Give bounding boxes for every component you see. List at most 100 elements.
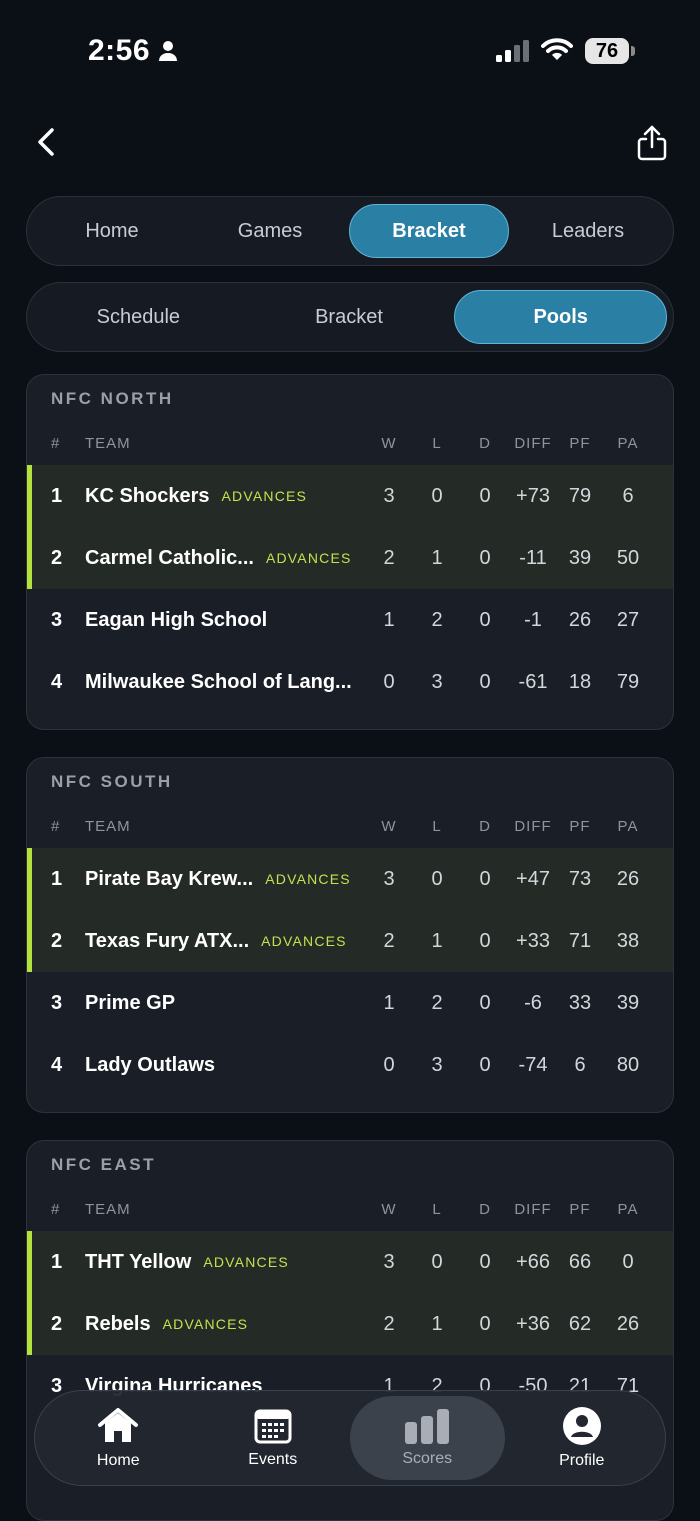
col-l: L (432, 817, 442, 835)
team-pa: 50 (616, 546, 640, 569)
team-pa: 80 (616, 1053, 640, 1076)
team-draws: 0 (479, 1312, 491, 1335)
table-row[interactable]: 4 Lady Outlaws 0 3 0 -74 6 80 (27, 1034, 673, 1096)
team-draws: 0 (479, 670, 491, 693)
team-rank: 1 (51, 867, 63, 890)
nav-scores[interactable]: Scores (350, 1396, 505, 1480)
team-name: Milwaukee School of Lang... (85, 670, 352, 693)
team-pf: 18 (568, 670, 592, 693)
team-losses: 3 (431, 670, 443, 693)
table-row[interactable]: 1 Pirate Bay Krew... ADVANCES 3 0 0 +47 7… (27, 848, 673, 910)
col-pf: PF (569, 434, 591, 452)
table-row[interactable]: 1 THT Yellow ADVANCES 3 0 0 +66 66 0 (27, 1231, 673, 1293)
team-rank: 2 (51, 1312, 63, 1335)
col-pa: PA (617, 434, 639, 452)
subtab-schedule[interactable]: Schedule (33, 290, 244, 344)
team-name: Lady Outlaws (85, 1053, 216, 1076)
col-diff: DIFF (514, 434, 552, 452)
table-row[interactable]: 2 Texas Fury ATX... ADVANCES 2 1 0 +33 71… (27, 910, 673, 972)
back-button[interactable] (28, 122, 64, 162)
team-wins: 1 (383, 608, 395, 631)
tab-games[interactable]: Games (191, 204, 349, 258)
team-rank: 4 (51, 1053, 63, 1076)
team-wins: 3 (383, 867, 395, 890)
team-draws: 0 (479, 991, 491, 1014)
nav-events[interactable]: Events (196, 1396, 351, 1480)
team-losses: 1 (431, 546, 443, 569)
table-row[interactable]: 2 Rebels ADVANCES 2 1 0 +36 62 26 (27, 1293, 673, 1355)
col-d: D (479, 817, 491, 835)
team-diff: +33 (516, 929, 550, 952)
nav-home[interactable]: Home (41, 1396, 196, 1480)
nav-label: Home (96, 1452, 140, 1469)
bottom-nav-bar: Home Events Scores Profile (34, 1390, 666, 1486)
team-draws: 0 (479, 1250, 491, 1273)
team-wins: 3 (383, 1250, 395, 1273)
col-l: L (432, 434, 442, 452)
team-diff: -1 (524, 608, 542, 631)
team-pf: 33 (568, 991, 592, 1014)
share-icon (637, 125, 667, 161)
team-pa: 39 (616, 991, 640, 1014)
team-name: Texas Fury ATX... (85, 929, 250, 952)
team-rank: 2 (51, 546, 63, 569)
team-diff: -6 (524, 991, 542, 1014)
tab-home[interactable]: Home (33, 204, 191, 258)
subtab-pools[interactable]: Pools (454, 290, 668, 344)
team-name: Carmel Catholic... (85, 546, 254, 569)
pool-title: NFC NORTH (51, 389, 174, 408)
cellular-signal-icon (496, 40, 532, 67)
team-draws: 0 (479, 608, 491, 631)
team-losses: 1 (431, 929, 443, 952)
table-row[interactable]: 2 Carmel Catholic... ADVANCES 2 1 0 -11 3… (27, 527, 673, 589)
table-row[interactable]: 3 Prime GP 1 2 0 -6 33 39 (27, 972, 673, 1034)
subtab-bracket[interactable]: Bracket (244, 290, 455, 344)
team-losses: 0 (431, 867, 443, 890)
team-losses: 2 (431, 991, 443, 1014)
col-team: TEAM (85, 1200, 131, 1218)
battery-tip (631, 46, 635, 56)
table-header: # TEAM W L D DIFF PF PA (27, 1187, 673, 1231)
team-name: Eagan High School (85, 608, 268, 631)
col-pa: PA (617, 1200, 639, 1218)
team-losses: 0 (431, 484, 443, 507)
team-wins: 3 (383, 484, 395, 507)
pool-title: NFC EAST (51, 1155, 156, 1174)
team-rank: 3 (51, 991, 63, 1014)
team-diff: -11 (519, 546, 547, 569)
team-rank: 1 (51, 1250, 63, 1273)
team-wins: 2 (383, 546, 395, 569)
table-row[interactable]: 4 Milwaukee School of Lang... 0 3 0 -61 … (27, 651, 673, 713)
col-pf: PF (569, 1200, 591, 1218)
team-pa: 26 (616, 1312, 640, 1335)
table-header: # TEAM W L D DIFF PF PA (27, 804, 673, 848)
pool-title: NFC SOUTH (51, 772, 173, 791)
house-icon (98, 1408, 139, 1442)
share-button[interactable] (632, 122, 672, 164)
team-draws: 0 (479, 1053, 491, 1076)
sub-tab-bar: Schedule Bracket Pools (26, 282, 674, 352)
status-bar: 2:56 76 (0, 0, 700, 100)
team-draws: 0 (479, 484, 491, 507)
nav-profile[interactable]: Profile (505, 1396, 660, 1480)
advances-badge: ADVANCES (265, 550, 352, 566)
tab-leaders[interactable]: Leaders (509, 204, 667, 258)
team-rank: 2 (51, 929, 63, 952)
table-row[interactable]: 1 KC Shockers ADVANCES 3 0 0 +73 79 6 (27, 465, 673, 527)
col-diff: DIFF (514, 1200, 552, 1218)
team-pa: 0 (622, 1250, 634, 1273)
tab-bracket[interactable]: Bracket (349, 204, 509, 258)
team-name: THT Yellow (85, 1250, 192, 1273)
calendar-icon (254, 1409, 292, 1444)
team-draws: 0 (479, 929, 491, 952)
team-pf: 79 (568, 484, 592, 507)
advances-badge: ADVANCES (162, 1316, 249, 1332)
pool-card-nfc-south: NFC SOUTH # TEAM W L D DIFF PF PA 1 Pira… (26, 757, 674, 1113)
advances-badge: ADVANCES (203, 1254, 289, 1270)
team-losses: 0 (431, 1250, 443, 1273)
team-losses: 3 (431, 1053, 443, 1076)
table-row[interactable]: 3 Eagan High School 1 2 0 -1 26 27 (27, 589, 673, 651)
team-pf: 66 (568, 1250, 592, 1273)
team-wins: 1 (383, 991, 395, 1014)
team-name: KC Shockers (85, 484, 210, 507)
